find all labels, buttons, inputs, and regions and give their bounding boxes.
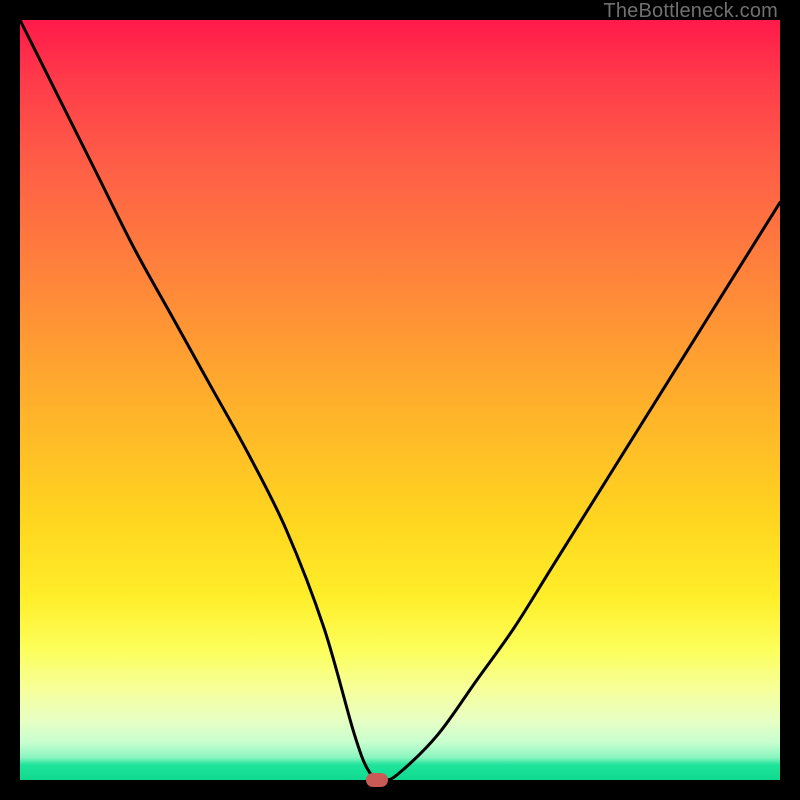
plot-area	[20, 20, 780, 780]
curve-path	[20, 20, 780, 780]
bottleneck-curve	[20, 20, 780, 780]
optimum-marker	[366, 773, 388, 787]
chart-frame: TheBottleneck.com	[0, 0, 800, 800]
